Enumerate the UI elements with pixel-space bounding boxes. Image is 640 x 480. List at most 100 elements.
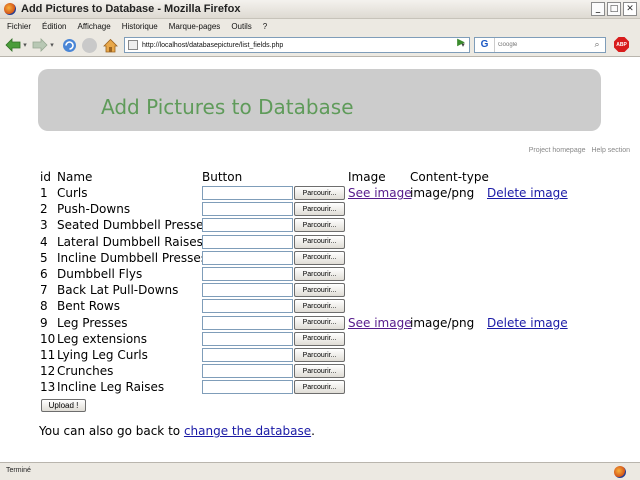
browse-button[interactable]: Parcourir... — [294, 299, 345, 314]
table-row: 12 Crunches Parcourir... — [40, 363, 600, 379]
reload-icon[interactable] — [61, 37, 77, 53]
delete-image-link[interactable]: Delete image — [487, 186, 568, 200]
browse-button[interactable]: Parcourir... — [294, 348, 345, 362]
page-title: Add Pictures to Database — [101, 95, 354, 119]
file-input: Parcourir... — [202, 348, 345, 362]
table-row: 3 Seated Dumbbell Presses Parcourir... — [40, 217, 600, 233]
browse-button[interactable]: Parcourir... — [294, 250, 345, 265]
content-type: image/png — [410, 186, 475, 200]
minimize-button[interactable]: _ — [591, 2, 605, 16]
menu-help[interactable]: ? — [263, 22, 267, 31]
browse-button[interactable]: Parcourir... — [294, 380, 345, 395]
search-bar[interactable]: G ⌕ — [474, 37, 606, 53]
upload-button[interactable]: Upload ! — [41, 399, 86, 412]
file-input: Parcourir... — [202, 250, 345, 265]
file-path-field[interactable] — [202, 186, 293, 200]
row-name: Incline Dumbbell Presses — [57, 250, 208, 265]
menu-affichage[interactable]: Affichage — [77, 22, 110, 31]
status-bar: Terminé — [0, 462, 640, 480]
browse-button[interactable]: Parcourir... — [294, 234, 345, 249]
menu-outils[interactable]: Outils — [231, 22, 251, 31]
row-name: Bent Rows — [57, 299, 120, 314]
file-path-field[interactable] — [202, 299, 293, 314]
row-id: 3 — [40, 218, 48, 233]
page-content: Add Pictures to Database Project homepag… — [0, 58, 640, 462]
delete-image-link[interactable]: Delete image — [487, 316, 568, 330]
header-button: Button — [202, 170, 243, 184]
table-row: 10 Leg extensions Parcourir... — [40, 331, 600, 347]
file-path-field[interactable] — [202, 218, 293, 233]
header-name: Name — [57, 170, 93, 184]
status-firefox-icon — [614, 466, 626, 478]
search-engine-icon[interactable]: G — [475, 38, 495, 52]
browse-button[interactable]: Parcourir... — [294, 202, 345, 217]
file-path-field[interactable] — [202, 315, 293, 330]
row-name: Crunches — [57, 364, 114, 379]
file-path-field[interactable] — [202, 380, 293, 395]
maximize-button[interactable]: □ — [607, 2, 621, 16]
content-type: image/png — [410, 315, 475, 330]
header-id: id — [40, 170, 51, 184]
forward-history-dropdown-icon[interactable]: ▾ — [49, 37, 55, 53]
row-id: 6 — [40, 267, 48, 281]
row-id: 7 — [40, 283, 48, 298]
back-arrow-icon[interactable] — [4, 37, 22, 53]
row-id: 11 — [40, 348, 56, 362]
see-image-link[interactable]: See image — [348, 316, 412, 330]
project-homepage-link[interactable]: Project homepage — [529, 147, 586, 154]
browse-button[interactable]: Parcourir... — [294, 283, 345, 298]
browse-button[interactable]: Parcourir... — [294, 315, 345, 330]
firefox-icon — [4, 3, 16, 15]
browse-button[interactable]: Parcourir... — [294, 364, 345, 379]
file-path-field[interactable] — [202, 250, 293, 265]
file-path-field[interactable] — [202, 348, 293, 362]
url-bar[interactable]: http://localhost/databasepicture/list_fi… — [124, 37, 470, 53]
file-path-field[interactable] — [202, 267, 293, 281]
row-name: Incline Leg Raises — [57, 380, 165, 395]
file-path-field[interactable] — [202, 202, 293, 217]
change-database-link[interactable]: change the database — [184, 424, 311, 438]
browse-button[interactable]: Parcourir... — [294, 331, 345, 346]
row-name: Lateral Dumbbell Raises — [57, 234, 203, 249]
row-id: 2 — [40, 202, 48, 217]
row-id: 12 — [40, 364, 56, 379]
table-row: 6 Dumbbell Flys Parcourir... — [40, 266, 600, 282]
file-path-field[interactable] — [202, 364, 293, 379]
header-image: Image — [348, 170, 386, 184]
forward-arrow-icon[interactable] — [31, 37, 49, 53]
menu-fichier[interactable]: Fichier — [7, 22, 31, 31]
table-row: 13 Incline Leg Raises Parcourir... — [40, 379, 600, 395]
browse-button[interactable]: Parcourir... — [294, 267, 345, 281]
table-row: 9 Leg Presses Parcourir... See image image/p… — [40, 315, 600, 331]
file-path-field[interactable] — [202, 234, 293, 249]
file-path-field[interactable] — [202, 283, 293, 298]
table-row: 2 Push-Downs Parcourir... — [40, 201, 600, 217]
adblock-icon[interactable]: ABP — [614, 37, 629, 52]
file-input: Parcourir... — [202, 218, 345, 233]
close-button[interactable]: ✕ — [623, 2, 637, 16]
browse-button[interactable]: Parcourir... — [294, 218, 345, 233]
menu-historique[interactable]: Historique — [122, 22, 158, 31]
home-icon[interactable] — [102, 37, 118, 53]
window-titlebar: Add Pictures to Database - Mozilla Firef… — [0, 0, 640, 19]
search-input[interactable] — [495, 42, 585, 48]
back-history-dropdown-icon[interactable]: ▾ — [22, 37, 28, 53]
menu-marque-pages[interactable]: Marque-pages — [169, 22, 221, 31]
see-image-link[interactable]: See image — [348, 186, 412, 200]
table-row: 7 Back Lat Pull-Downs Parcourir... — [40, 282, 600, 298]
browse-button[interactable]: Parcourir... — [294, 186, 345, 200]
file-input: Parcourir... — [202, 380, 345, 395]
menu-edition[interactable]: Édition — [42, 22, 66, 31]
table-row: 11 Lying Leg Curls Parcourir... — [40, 347, 600, 363]
stop-icon[interactable] — [81, 37, 97, 53]
row-name: Push-Downs — [57, 202, 131, 217]
go-arrow-icon[interactable]: ▶ — [454, 36, 468, 50]
file-path-field[interactable] — [202, 331, 293, 346]
file-input: Parcourir... — [202, 267, 345, 281]
url-text: http://localhost/databasepicture/list_fi… — [142, 41, 284, 49]
row-id: 4 — [40, 234, 48, 249]
file-input: Parcourir... — [202, 283, 345, 298]
search-icon[interactable]: ⌕ — [591, 39, 603, 51]
help-section-link[interactable]: Help section — [591, 147, 630, 154]
menu-bar: Fichier Édition Affichage Historique Mar… — [0, 19, 640, 33]
